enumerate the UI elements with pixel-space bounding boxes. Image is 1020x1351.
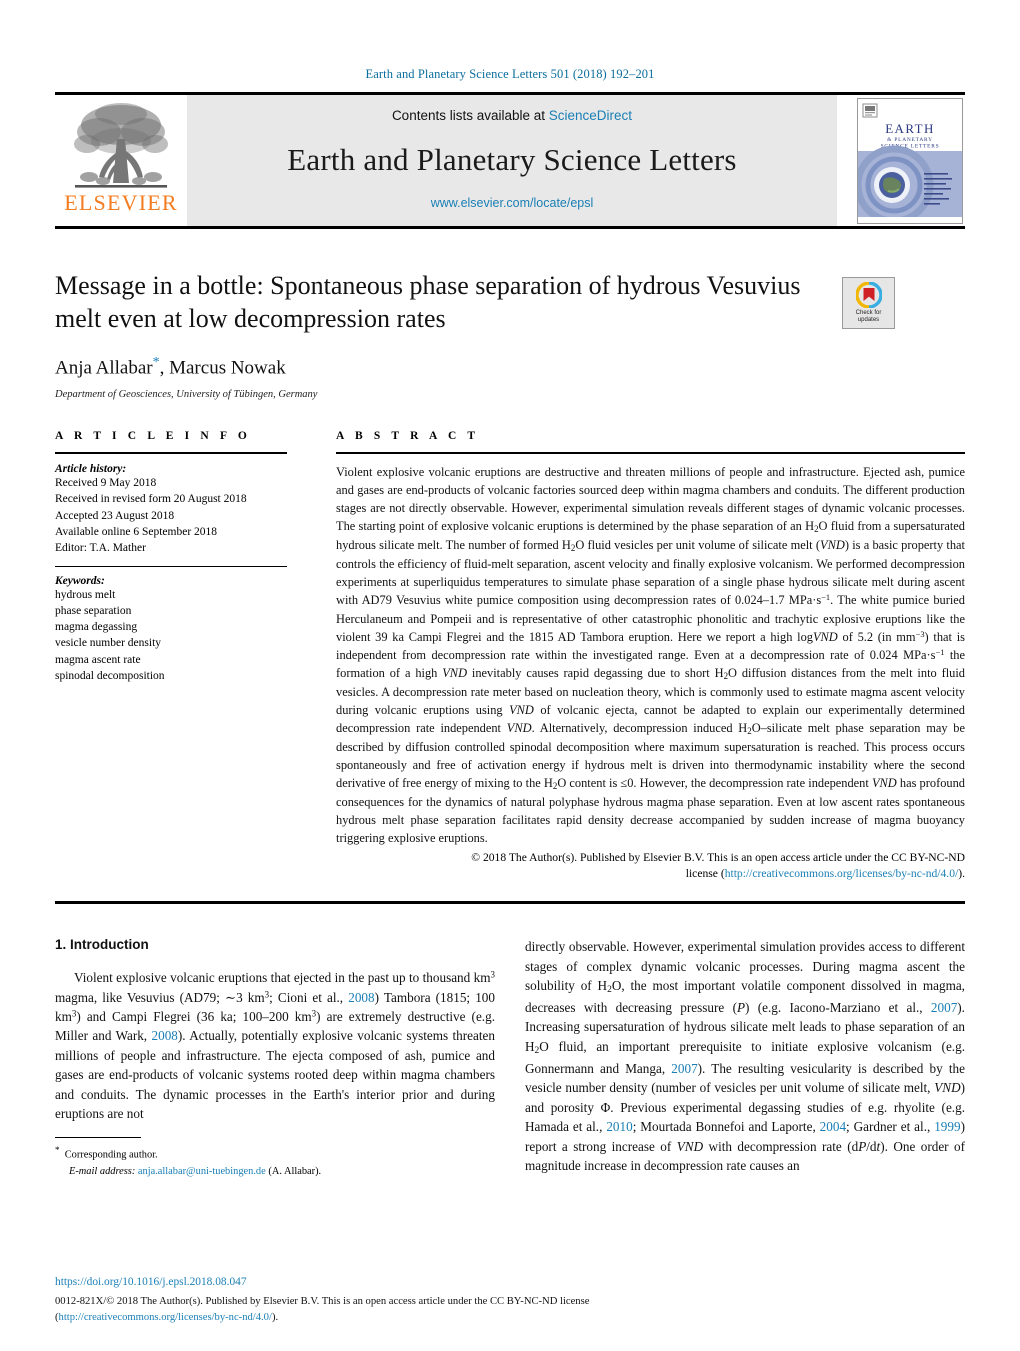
footnote-email: E-mail address: anja.allabar@uni-tuebing…	[55, 1164, 495, 1180]
crossmark-label-line2: updates	[857, 317, 880, 323]
copyright-line1: © 2018 The Author(s). Published by Elsev…	[471, 850, 965, 864]
journal-cover-thumbnail: EARTH & PLANETARY SCIENCE LETTERS	[837, 95, 965, 226]
body-column-right: directly observable. However, experiment…	[525, 937, 965, 1179]
crossmark-label-line1: Check for	[855, 309, 882, 316]
doi-link[interactable]: https://doi.org/10.1016/j.epsl.2018.08.0…	[55, 1276, 247, 1288]
masthead-center: Contents lists available at ScienceDirec…	[187, 95, 837, 226]
abstract-heading: A B S T R A C T	[336, 429, 480, 442]
elsevier-logo: ELSEVIER	[55, 95, 187, 226]
crossmark-label: Check for updates	[856, 310, 882, 325]
footer-license-link[interactable]: http://creativecommons.org/licenses/by-n…	[59, 1312, 272, 1323]
journal-title: Earth and Planetary Science Letters	[287, 141, 737, 177]
author-primary: Anja Allabar	[55, 356, 153, 378]
abstract-copyright: © 2018 The Author(s). Published by Elsev…	[336, 850, 965, 884]
author-secondary: , Marcus Nowak	[159, 356, 286, 378]
author-list: Anja Allabar*, Marcus Nowak	[55, 355, 965, 379]
license-link[interactable]: http://creativecommons.org/licenses/by-n…	[725, 867, 959, 880]
issn-text: 0012-821X/© 2018 The Author(s). Publishe…	[55, 1296, 590, 1308]
journal-masthead: ELSEVIER Contents lists available at Sci…	[55, 92, 965, 229]
abstract-rule	[336, 451, 965, 454]
footnote-corresponding: * Corresponding author.	[55, 1144, 495, 1163]
history-item: Received in revised form 20 August 2018	[55, 493, 247, 506]
history-item: Received 9 May 2018	[55, 476, 157, 489]
running-head: Earth and Planetary Science Letters 501 …	[365, 67, 655, 81]
keyword-item: hydrous melt	[55, 588, 116, 601]
history-item: Available online 6 September 2018	[55, 525, 218, 538]
journal-homepage-link[interactable]: www.elsevier.com/locate/epsl	[431, 196, 594, 210]
introduction-paragraph-left: Violent explosive volcanic eruptions tha…	[55, 969, 495, 1122]
history-item: Accepted 23 August 2018	[55, 509, 175, 522]
section-heading-introduction: 1. Introduction	[55, 937, 149, 953]
article-page: Earth and Planetary Science Letters 501 …	[0, 0, 1020, 1351]
introduction-paragraph-right: directly observable. However, experiment…	[525, 939, 965, 1173]
footnote-corresponding-text: Corresponding author.	[64, 1149, 158, 1161]
footnote-block: * Corresponding author. E-mail address: …	[55, 1137, 495, 1179]
abstract-column: A B S T R A C T Violent explosive volcan…	[309, 430, 965, 883]
contents-available-line: Contents lists available at ScienceDirec…	[392, 108, 632, 123]
article-info-column: A R T I C L E I N F O Article history: R…	[55, 430, 287, 883]
page-title: Message in a bottle: Spontaneous phase s…	[55, 271, 801, 334]
keyword-item: vesicle number density	[55, 637, 162, 650]
article-info-rule	[55, 451, 287, 454]
sciencedirect-link[interactable]: ScienceDirect	[549, 108, 632, 123]
cover-artwork-icon: EARTH & PLANETARY SCIENCE LETTERS	[858, 98, 962, 223]
footnote-email-owner: (A. Allabar).	[268, 1165, 322, 1177]
issn-copyright-footer: 0012-821X/© 2018 The Author(s). Publishe…	[55, 1296, 590, 1323]
keyword-item: phase separation	[55, 604, 132, 617]
footnote-star-icon: *	[55, 1145, 60, 1156]
affiliation: Department of Geosciences, University of…	[55, 388, 318, 400]
footnote-email-label: E-mail address:	[69, 1165, 136, 1177]
crossmark-badge[interactable]: Check for updates	[842, 277, 895, 329]
article-history-label: Article history:	[55, 462, 127, 475]
section-divider	[55, 901, 965, 905]
article-history-list: Received 9 May 2018 Received in revised …	[55, 475, 287, 557]
info-abstract-region: A R T I C L E I N F O Article history: R…	[55, 430, 965, 883]
abstract-text: Violent explosive volcanic eruptions are…	[336, 464, 966, 846]
keyword-item: magma ascent rate	[55, 653, 141, 666]
keyword-item: spinodal decomposition	[55, 670, 165, 683]
journal-cover-image: EARTH & PLANETARY SCIENCE LETTERS	[857, 97, 963, 224]
keywords-list: hydrous melt phase separation magma dega…	[55, 587, 287, 685]
contents-prefix: Contents lists available at	[391, 108, 549, 123]
title-block: Message in a bottle: Spontaneous phase s…	[55, 269, 965, 400]
article-info-heading: A R T I C L E I N F O	[55, 429, 251, 442]
history-item: Editor: T.A. Mather	[55, 542, 146, 555]
body-column-left: 1. Introduction Violent explosive volcan…	[55, 937, 495, 1179]
copyright-line2-suffix: ).	[958, 867, 965, 881]
svg-text:EARTH: EARTH	[885, 121, 935, 136]
keywords-label: Keywords:	[55, 574, 105, 587]
footnote-email-link[interactable]: anja.allabar@uni-tuebingen.de	[138, 1166, 266, 1177]
elsevier-tree-icon	[74, 103, 168, 188]
elsevier-wordmark: ELSEVIER	[64, 190, 178, 215]
footnote-rule	[55, 1137, 141, 1139]
body-columns: 1. Introduction Violent explosive volcan…	[55, 937, 965, 1179]
keyword-item: magma degassing	[55, 621, 138, 634]
copyright-line2-prefix: license (	[685, 867, 725, 881]
svg-text:& PLANETARY: & PLANETARY	[887, 137, 933, 143]
keywords-rule	[55, 565, 287, 567]
crossmark-logo-icon	[855, 281, 882, 308]
corresponding-author-marker: *	[152, 354, 160, 370]
